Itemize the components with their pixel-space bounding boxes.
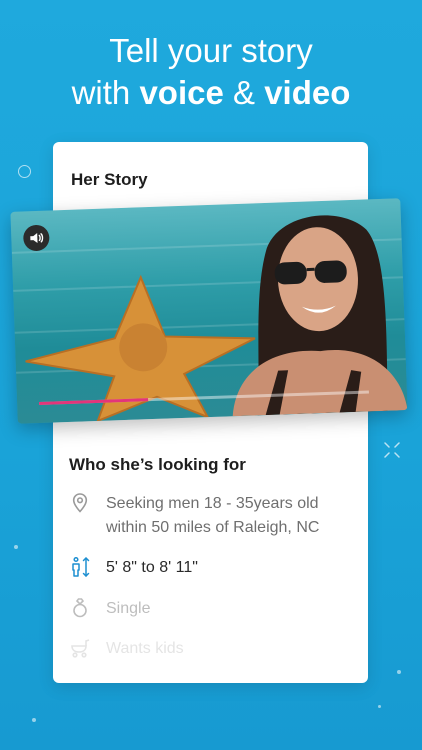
card-title: Her Story — [71, 170, 148, 189]
headline-amp: & — [223, 74, 265, 111]
headline-line-1: Tell your story — [109, 32, 313, 69]
ring-icon — [73, 598, 87, 618]
woman-photo — [232, 215, 408, 417]
detail-seeking: Seeking men 18 - 35years old within 50 m… — [69, 492, 359, 540]
decor-dot — [32, 718, 36, 722]
section-title: Who she’s looking for — [69, 455, 246, 474]
decor-dot — [397, 670, 401, 674]
kids-text: Wants kids — [106, 640, 184, 657]
speaker-icon — [30, 232, 44, 243]
height-text: 5' 8" to 8' 11" — [106, 559, 198, 576]
sparkle-icon — [384, 442, 400, 458]
height-icon — [72, 556, 90, 577]
detail-kids: Wants kids — [69, 637, 359, 661]
headline-voice: voice — [139, 74, 224, 111]
headline-line-2: with voice & video — [0, 72, 422, 114]
video-scene — [25, 215, 408, 423]
headline-video: video — [264, 74, 351, 111]
decor-ring — [18, 165, 31, 178]
decor-dot — [378, 705, 381, 708]
headline-with: with — [71, 74, 140, 111]
headline: Tell your story with voice & video — [0, 30, 422, 114]
decor-dot — [14, 545, 18, 549]
stroller-icon — [71, 639, 90, 658]
detail-relationship: Single — [69, 597, 359, 621]
story-video[interactable] — [10, 198, 408, 424]
relationship-text: Single — [106, 600, 151, 617]
location-pin-icon — [72, 493, 88, 513]
seeking-line-1: Seeking men 18 - 35years old — [106, 495, 319, 512]
detail-height: 5' 8" to 8' 11" — [69, 556, 359, 580]
seeking-line-2: within 50 miles of Raleigh, NC — [106, 519, 320, 536]
